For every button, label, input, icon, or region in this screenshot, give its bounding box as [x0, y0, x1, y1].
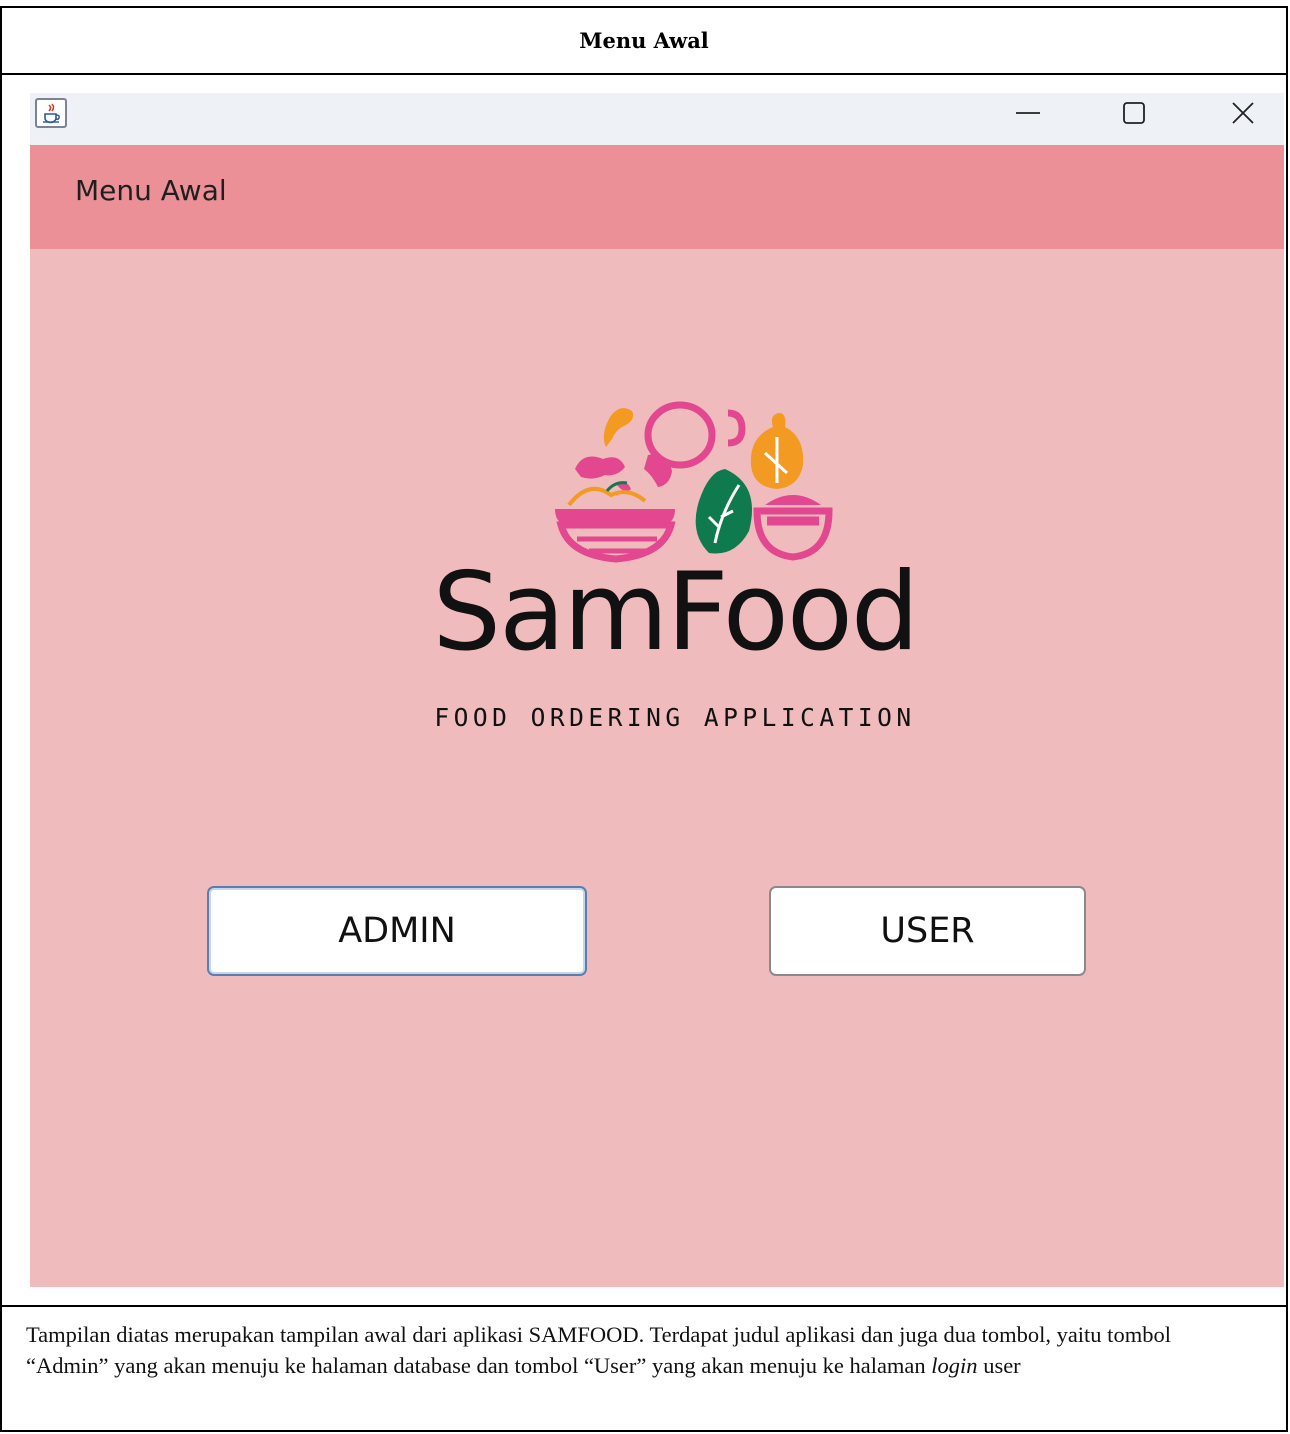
brand-name: SamFood [432, 550, 920, 675]
close-button[interactable] [1198, 93, 1284, 133]
page-title: Menu Awal [579, 28, 709, 53]
description-text-part2: user [977, 1353, 1021, 1378]
maximize-icon [1123, 102, 1145, 124]
description-italic-login: login [931, 1353, 978, 1378]
minimize-icon [1016, 112, 1040, 114]
app-window: Menu Awal SamFood FOOD ORDERING APPLICAT… [30, 93, 1284, 1287]
close-icon [1232, 102, 1254, 124]
table-title-cell: Menu Awal [2, 8, 1286, 75]
document-table: Menu Awal Menu Awal SamFood FOOD ORDERIN… [0, 6, 1288, 1432]
admin-button[interactable]: ADMIN [207, 886, 587, 976]
user-button[interactable]: USER [769, 886, 1086, 976]
window-titlebar[interactable] [30, 93, 1284, 145]
table-description-cell: Tampilan diatas merupakan tampilan awal … [2, 1305, 1286, 1434]
header-label: Menu Awal [75, 174, 227, 207]
java-cup-icon[interactable] [35, 98, 67, 128]
description-paragraph: Tampilan diatas merupakan tampilan awal … [26, 1319, 1256, 1381]
brand-tagline: FOOD ORDERING APPLICATION [434, 703, 916, 732]
minimize-button[interactable] [983, 93, 1073, 133]
maximize-button[interactable] [1089, 93, 1179, 133]
header-band: Menu Awal [30, 145, 1284, 249]
